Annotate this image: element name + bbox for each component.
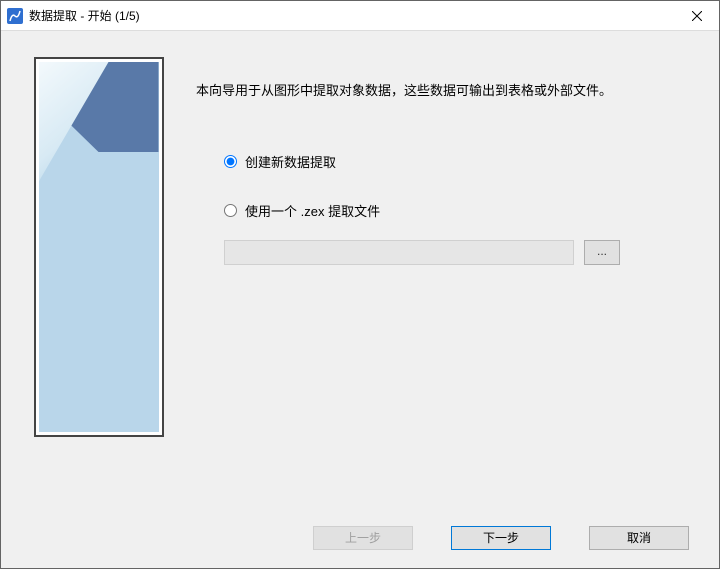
- next-button[interactable]: 下一步: [451, 526, 551, 550]
- browse-button[interactable]: ...: [584, 240, 620, 265]
- titlebar: 数据提取 - 开始 (1/5): [1, 1, 719, 31]
- body-area: 本向导用于从图形中提取对象数据，这些数据可输出到表格或外部文件。 创建新数据提取…: [1, 31, 719, 508]
- label-create-new: 创建新数据提取: [245, 152, 336, 171]
- close-button[interactable]: [674, 1, 719, 30]
- wizard-sidebar-image: [21, 51, 176, 488]
- main-pane: 本向导用于从图形中提取对象数据，这些数据可输出到表格或外部文件。 创建新数据提取…: [176, 51, 699, 488]
- button-bar: 上一步 下一步 取消: [1, 508, 719, 568]
- radio-create-new[interactable]: [224, 155, 237, 168]
- image-frame: [34, 57, 164, 437]
- file-path-input[interactable]: [224, 240, 574, 265]
- file-row: ...: [224, 240, 679, 265]
- page-icon: [39, 62, 159, 432]
- cancel-button[interactable]: 取消: [589, 526, 689, 550]
- content-area: 本向导用于从图形中提取对象数据，这些数据可输出到表格或外部文件。 创建新数据提取…: [1, 31, 719, 568]
- option-group: 创建新数据提取 使用一个 .zex 提取文件 ...: [196, 152, 679, 265]
- intro-text: 本向导用于从图形中提取对象数据，这些数据可输出到表格或外部文件。: [196, 81, 679, 102]
- option-use-file[interactable]: 使用一个 .zex 提取文件: [224, 201, 679, 220]
- option-create-new[interactable]: 创建新数据提取: [224, 152, 679, 171]
- label-use-file: 使用一个 .zex 提取文件: [245, 201, 380, 220]
- close-icon: [692, 11, 702, 21]
- prev-button: 上一步: [313, 526, 413, 550]
- window-title: 数据提取 - 开始 (1/5): [29, 7, 674, 24]
- wizard-window: 数据提取 - 开始 (1/5) 本向导用于从图形中提取对象数据，这些数据可输出到…: [0, 0, 720, 569]
- radio-use-file[interactable]: [224, 204, 237, 217]
- app-icon: [7, 8, 23, 24]
